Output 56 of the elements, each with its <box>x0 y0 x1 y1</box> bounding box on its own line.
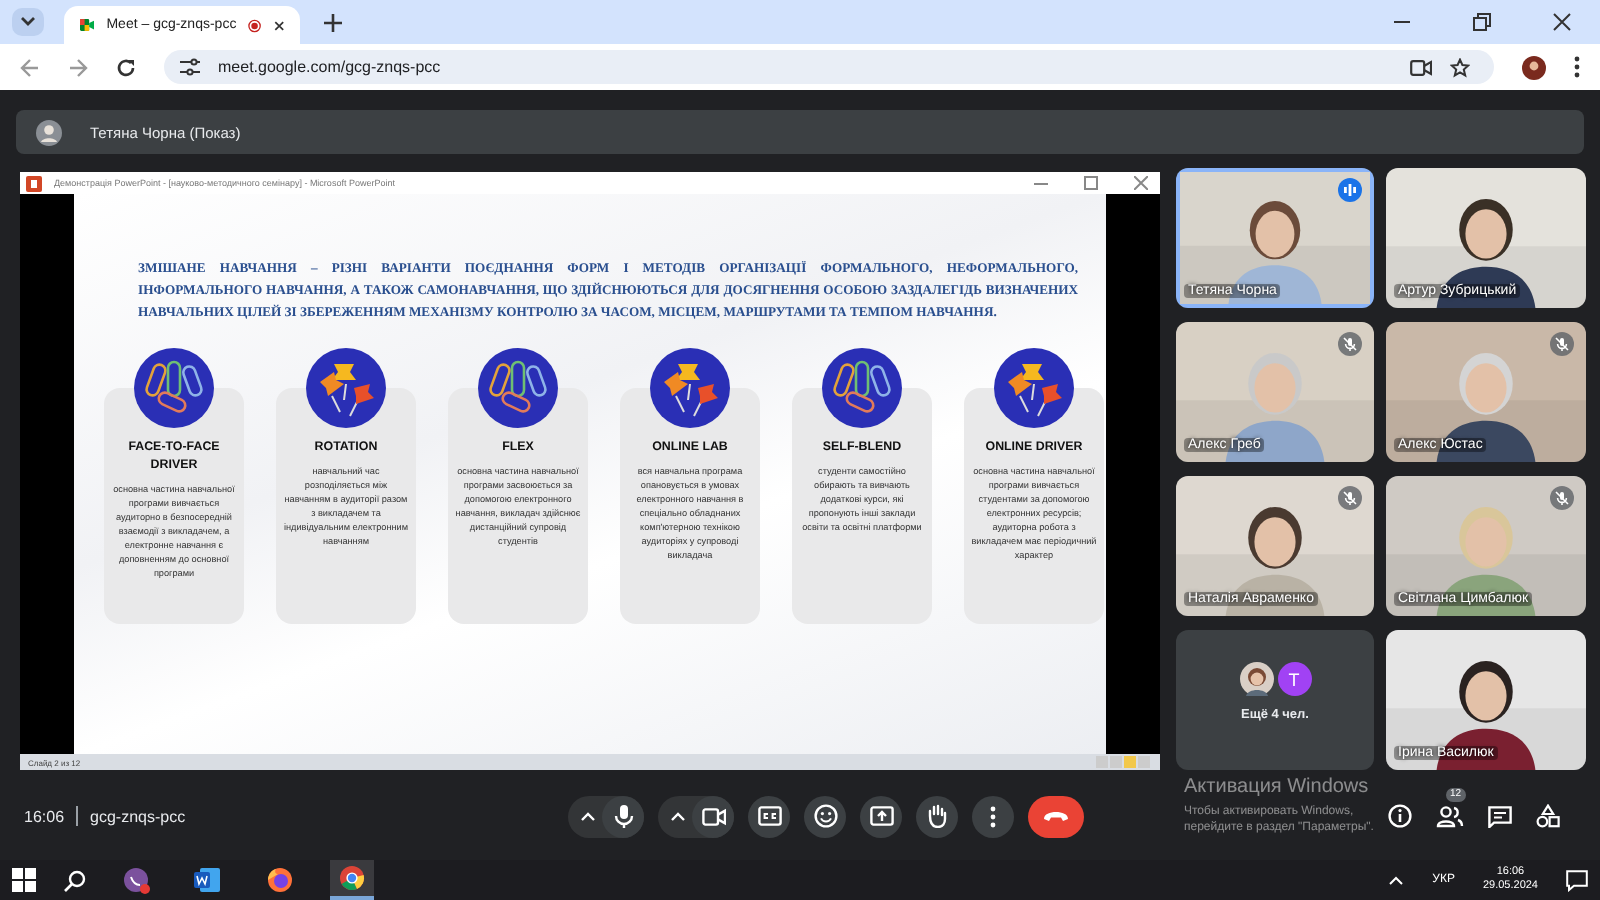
reload-icon[interactable] <box>116 57 136 77</box>
reactions-button[interactable] <box>804 795 846 837</box>
windows-start-icon[interactable] <box>12 868 36 892</box>
caret-icon[interactable] <box>670 810 686 822</box>
more-icon <box>990 805 996 827</box>
star-icon[interactable] <box>1450 57 1470 77</box>
meeting-time: 16:06 <box>24 807 65 825</box>
chat-icon[interactable] <box>1488 805 1512 827</box>
avatar-icon <box>36 119 62 145</box>
hand-icon <box>926 804 948 828</box>
search-icon[interactable] <box>64 869 86 891</box>
notification-icon[interactable] <box>1566 869 1588 891</box>
more-icon[interactable] <box>1574 56 1580 78</box>
present-button[interactable] <box>860 795 902 837</box>
people-icon <box>1436 805 1464 827</box>
caret-icon[interactable] <box>580 810 596 822</box>
back-icon[interactable] <box>20 57 40 77</box>
meeting-code: gcg-znqs-pcc <box>90 807 186 825</box>
close-icon[interactable] <box>1552 12 1572 32</box>
caret-icon[interactable] <box>1388 874 1405 886</box>
firefox-icon <box>266 866 294 894</box>
microphone-button[interactable] <box>602 795 644 837</box>
info-icon[interactable] <box>1388 804 1412 828</box>
captions-button[interactable] <box>748 795 790 837</box>
microphone-icon <box>613 804 633 828</box>
raise-hand-button[interactable] <box>916 795 958 837</box>
address-bar[interactable]: meet.google.com/gcg-znqs-pcc <box>164 50 1494 84</box>
smiley-icon <box>813 804 837 828</box>
maximize-icon[interactable] <box>1084 176 1098 190</box>
taskbar-app[interactable] <box>330 860 374 900</box>
activities-icon[interactable] <box>1536 804 1560 828</box>
captions-icon <box>757 806 781 826</box>
camera-icon <box>701 807 725 825</box>
site-settings-icon <box>180 58 200 76</box>
chrome-icon <box>338 864 366 892</box>
profile-avatar-icon[interactable] <box>1522 55 1546 79</box>
caret-icon <box>20 16 36 28</box>
camera-icon[interactable] <box>1410 59 1432 75</box>
word-icon <box>194 866 222 894</box>
forward-icon[interactable] <box>68 57 88 77</box>
activation-title: Активация Windows <box>1184 776 1371 798</box>
camera-control[interactable] <box>658 795 734 837</box>
chat-bubble-icon <box>122 866 150 894</box>
video-camera-icon <box>80 16 95 34</box>
phone-hang-up-icon <box>1042 810 1070 822</box>
more-options-button[interactable] <box>972 795 1014 837</box>
close-icon[interactable] <box>273 17 285 33</box>
end-call-button[interactable] <box>1028 795 1084 837</box>
present-screen-icon <box>869 806 893 826</box>
camera-button[interactable] <box>692 795 734 837</box>
new-tab-icon[interactable] <box>324 13 342 31</box>
restore-icon[interactable] <box>1472 12 1492 32</box>
speaking-indicator-icon <box>1338 178 1362 202</box>
tab-list-button[interactable] <box>12 8 44 36</box>
avatar: T <box>1277 662 1311 696</box>
microphone-control[interactable] <box>568 795 644 837</box>
